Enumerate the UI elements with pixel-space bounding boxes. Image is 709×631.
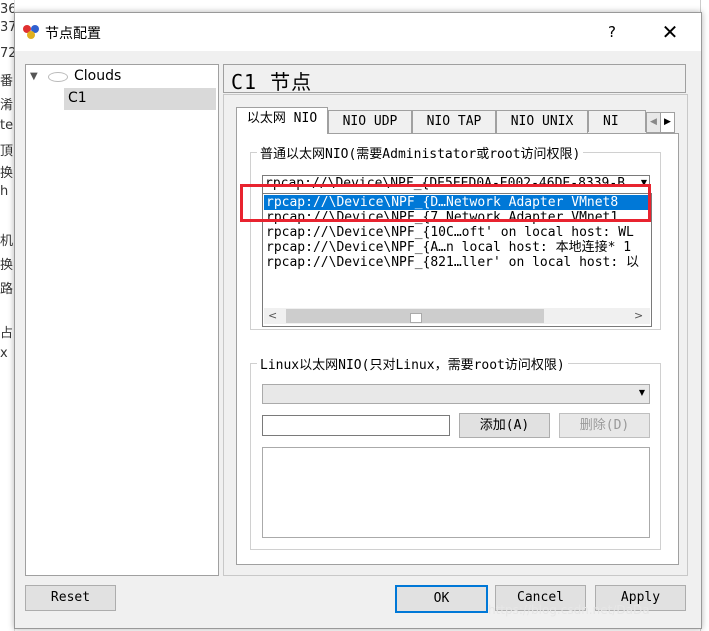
bg-text: x — [0, 346, 8, 361]
node-title: C1 节点 — [231, 70, 313, 94]
list-item[interactable]: rpcap://\Device\NPF_{A…n local host: 本地连… — [264, 240, 650, 255]
title-bar[interactable]: 节点配置 ? ✕ — [15, 13, 701, 51]
scroll-left-icon[interactable]: < — [268, 309, 277, 322]
bg-text: 3600 — [0, 2, 15, 17]
scroll-track[interactable] — [286, 309, 544, 323]
ethernet-nio-group: 普通以太网NIO(需要Administator或root访问权限) rpcap:… — [250, 143, 661, 330]
tree-item-clouds[interactable]: Clouds — [74, 68, 121, 84]
horizontal-scrollbar[interactable]: < > — [264, 308, 650, 324]
linux-adapter-combo[interactable]: ▼ — [262, 384, 650, 404]
list-item[interactable]: rpcap://\Device\NPF_{821…ller' on local … — [264, 255, 650, 270]
interface-input[interactable] — [262, 415, 450, 436]
tab-scroll-right-icon[interactable]: ▶ — [660, 112, 675, 133]
tab-nio-more[interactable]: NI — [588, 110, 646, 132]
highlight-annotation — [240, 184, 651, 222]
node-tree[interactable]: ▼ Clouds C1 — [25, 64, 219, 576]
close-button[interactable]: ✕ — [655, 20, 685, 44]
tab-nio-udp[interactable]: NIO UDP — [328, 110, 412, 133]
list-item[interactable]: rpcap://\Device\NPF_{10C…oft' on local h… — [264, 225, 650, 240]
bg-text: 换 — [0, 166, 14, 181]
bg-text: 路 — [0, 282, 14, 297]
reset-button[interactable]: Reset — [25, 585, 116, 611]
linux-nio-group: Linux以太网NIO(只对Linux，需要root访问权限) ▼ 添加(A) … — [250, 354, 661, 550]
watermark: https://blog.csdn.net/DaDa — [488, 603, 650, 617]
tab-scroll-left-icon[interactable]: ◀ — [646, 112, 661, 133]
remove-button[interactable]: 删除(D) — [559, 413, 650, 438]
node-header: C1 节点 — [223, 64, 686, 94]
node-config-dialog: 节点配置 ? ✕ ▼ Clouds C1 C1 节点 以太网 NIO NIO U… — [14, 12, 702, 629]
tree-item-label: C1 — [68, 90, 87, 106]
scroll-thumb[interactable] — [410, 313, 422, 323]
window-title: 节点配置 — [45, 26, 101, 42]
bg-text: 37 — [0, 20, 15, 35]
bg-text: 占 — [0, 326, 14, 341]
group-title: Linux以太网NIO(只对Linux，需要root访问权限) — [257, 354, 568, 373]
bg-text: 72 — [0, 46, 15, 61]
help-button[interactable]: ? — [600, 20, 624, 44]
background-window: 3600 37 72 番 淆 te 頂 换 h 机 换 路 占 x — [0, 0, 15, 631]
group-title: 普通以太网NIO(需要Administator或root访问权限) — [257, 143, 584, 162]
expand-arrow-icon[interactable]: ▼ — [30, 71, 38, 82]
bg-text: 頂 — [0, 144, 14, 159]
bg-text: h — [0, 184, 9, 199]
add-button[interactable]: 添加(A) — [459, 413, 550, 438]
cloud-icon — [48, 72, 68, 82]
tree-item-c1[interactable]: C1 — [64, 88, 216, 110]
bg-text: 机 — [0, 234, 14, 249]
tab-ethernet-nio[interactable]: 以太网 NIO — [236, 107, 328, 134]
tab-nio-unix[interactable]: NIO UNIX — [496, 110, 588, 133]
bg-text: 番 — [0, 74, 14, 89]
linux-interface-list[interactable] — [262, 447, 650, 538]
bg-text: te — [0, 118, 14, 133]
app-icon — [23, 25, 39, 39]
ok-button[interactable]: OK — [395, 585, 488, 613]
bg-text: 换 — [0, 258, 14, 273]
tab-nio-tap[interactable]: NIO TAP — [412, 110, 496, 133]
tab-panel: 以太网 NIO NIO UDP NIO TAP NIO UNIX NI ◀ ▶ … — [223, 94, 688, 576]
scroll-right-icon[interactable]: > — [634, 309, 643, 322]
bg-text: 淆 — [0, 98, 14, 113]
dropdown-arrow-icon[interactable]: ▼ — [639, 388, 645, 397]
